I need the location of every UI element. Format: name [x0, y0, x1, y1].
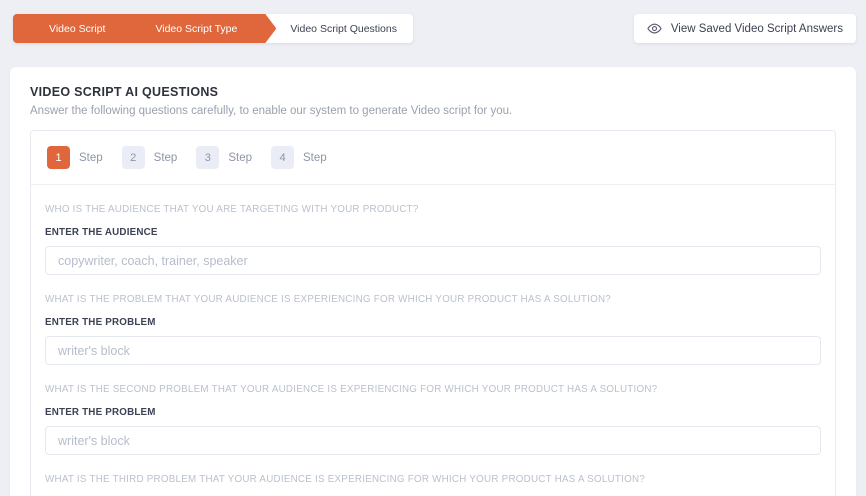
question-text: WHAT IS THE THIRD PROBLEM THAT YOUR AUDI… [45, 474, 645, 485]
input-label: ENTER THE AUDIENCE [45, 227, 158, 238]
input-label: ENTER THE PROBLEM [45, 407, 156, 418]
step-label: Step [79, 151, 103, 164]
step-number: 2 [121, 146, 145, 169]
view-saved-answers-button[interactable]: View Saved Video Script Answers [633, 14, 856, 43]
breadcrumb-item-video-script-questions: Video Script Questions [290, 22, 397, 35]
step-label: Step [303, 151, 327, 164]
breadcrumb-active-segment: Video Script Video Script Type [13, 14, 276, 43]
step-label: Step [153, 151, 178, 164]
input-label: ENTER THE PROBLEM [45, 317, 156, 328]
step-label: Step [228, 151, 253, 164]
step-item[interactable]: 3 Step [196, 146, 252, 169]
step-number: 3 [196, 146, 220, 169]
question-text: WHAT IS THE PROBLEM THAT YOUR AUDIENCE I… [45, 294, 611, 305]
step-item[interactable]: 1 Step [47, 146, 103, 169]
eye-icon [647, 23, 662, 34]
step-item[interactable]: 4 Step [271, 146, 327, 169]
question-text: WHO IS THE AUDIENCE THAT YOU ARE TARGETI… [45, 204, 419, 215]
questions-box: 1 Step 2 Step 3 Step 4 Step WHO IS THE A… [30, 130, 836, 496]
step-number: 1 [47, 146, 70, 169]
steps-row: 1 Step 2 Step 3 Step 4 Step [31, 131, 835, 185]
answer-input[interactable] [45, 336, 821, 365]
breadcrumb: Video Script Video Script Type Video Scr… [13, 14, 413, 43]
step-item[interactable]: 2 Step [121, 146, 178, 169]
breadcrumb-item-video-script-type[interactable]: Video Script Type [151, 23, 241, 35]
view-saved-answers-label: View Saved Video Script Answers [670, 22, 843, 35]
question-block: WHAT IS THE PROBLEM THAT YOUR AUDIENCE I… [45, 294, 821, 365]
answer-input[interactable] [45, 426, 821, 455]
topbar: Video Script Video Script Type Video Scr… [0, 0, 866, 43]
page-subtitle: Answer the following questions carefully… [30, 105, 513, 117]
video-script-questions-panel: VIDEO SCRIPT AI QUESTIONS Answer the fol… [10, 67, 856, 496]
question-block: WHO IS THE AUDIENCE THAT YOU ARE TARGETI… [45, 204, 821, 275]
question-block: WHAT IS THE THIRD PROBLEM THAT YOUR AUDI… [45, 474, 821, 496]
step-number: 4 [271, 146, 295, 169]
page-title: VIDEO SCRIPT AI QUESTIONS [30, 85, 219, 99]
answer-input[interactable] [45, 246, 821, 275]
breadcrumb-item-video-script[interactable]: Video Script [45, 23, 109, 35]
questions-list: WHO IS THE AUDIENCE THAT YOU ARE TARGETI… [31, 204, 835, 496]
question-block: WHAT IS THE SECOND PROBLEM THAT YOUR AUD… [45, 384, 821, 455]
question-text: WHAT IS THE SECOND PROBLEM THAT YOUR AUD… [45, 384, 658, 395]
